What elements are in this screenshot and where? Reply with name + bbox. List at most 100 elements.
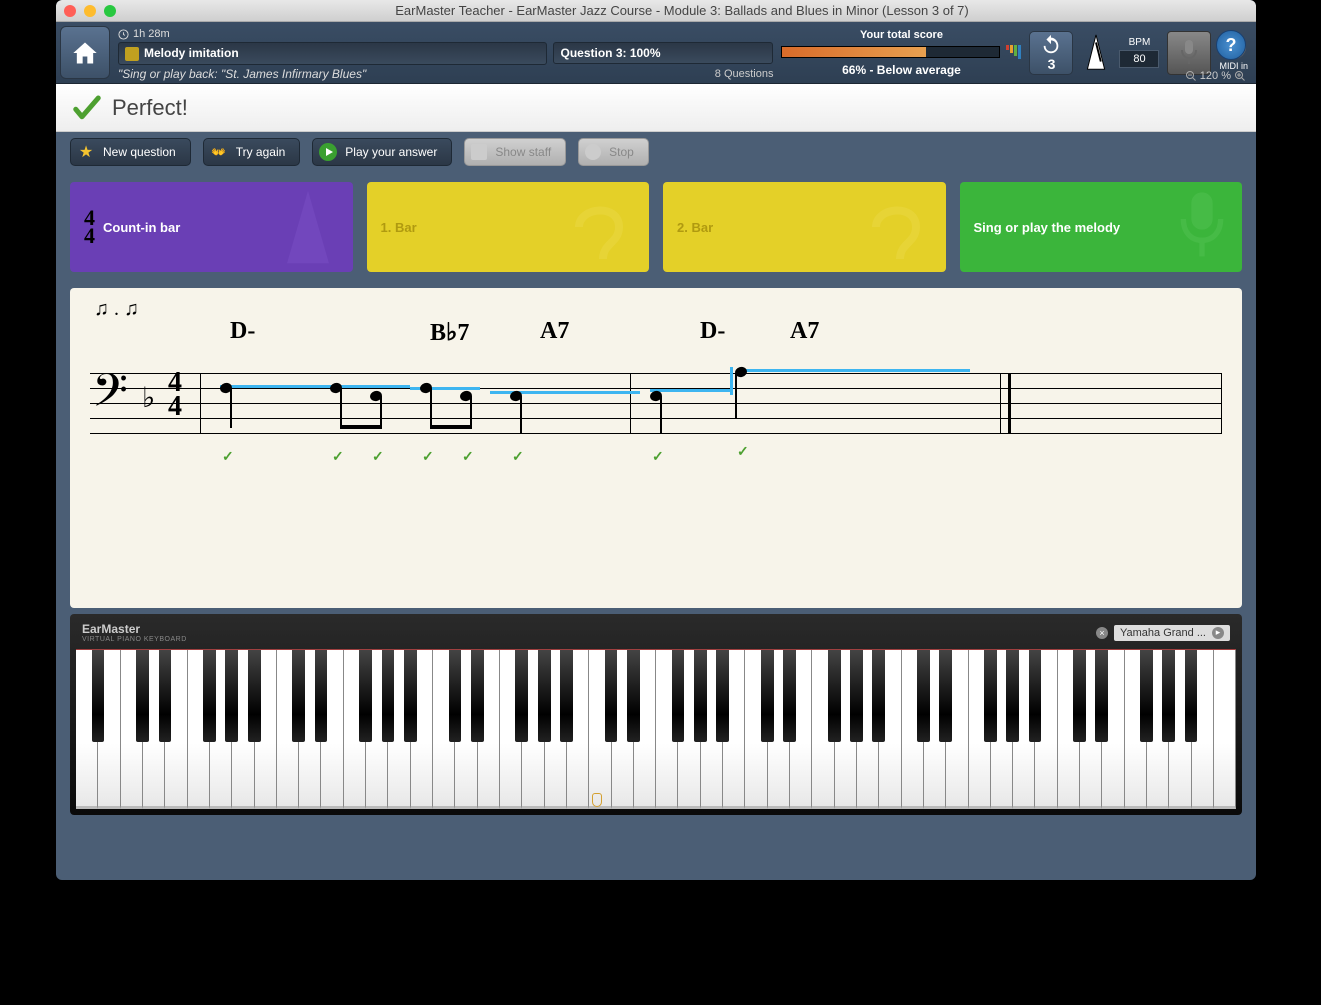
black-key[interactable] <box>1140 650 1153 742</box>
stop-button: Stop <box>578 138 649 166</box>
black-key[interactable] <box>761 650 774 742</box>
help-button[interactable]: ? <box>1216 30 1246 60</box>
black-key[interactable] <box>1029 650 1042 742</box>
piano-subtitle: VIRTUAL PIANO KEYBOARD <box>82 636 187 643</box>
step-bar2[interactable]: 2. Bar <box>663 182 946 272</box>
black-key[interactable] <box>538 650 551 742</box>
black-key[interactable] <box>605 650 618 742</box>
music-staff: 𝄢 ♭ 44 <box>90 373 1222 433</box>
black-key[interactable] <box>248 650 261 742</box>
black-key[interactable] <box>449 650 462 742</box>
metronome-bg-icon <box>273 187 343 267</box>
black-key[interactable] <box>1185 650 1198 742</box>
close-icon[interactable] <box>64 5 76 17</box>
black-key[interactable] <box>872 650 885 742</box>
black-key[interactable] <box>917 650 930 742</box>
black-key[interactable] <box>382 650 395 742</box>
mic-bg-icon <box>1172 187 1232 267</box>
black-key[interactable] <box>136 650 149 742</box>
black-key[interactable] <box>404 650 417 742</box>
piano-panel: EarMaster VIRTUAL PIANO KEYBOARD × Yamah… <box>70 614 1242 815</box>
black-key[interactable] <box>225 650 238 742</box>
play-answer-button[interactable]: Play your answer <box>312 138 452 166</box>
black-key[interactable] <box>315 650 328 742</box>
black-key[interactable] <box>1095 650 1108 742</box>
black-key[interactable] <box>783 650 796 742</box>
try-again-button[interactable]: 👐Try again <box>203 138 301 166</box>
home-icon <box>71 39 99 67</box>
close-instrument-icon[interactable]: × <box>1096 627 1108 639</box>
score-bar <box>781 46 1000 58</box>
zoom-out-icon[interactable] <box>1185 70 1197 82</box>
chord-symbol: A7 <box>790 318 819 345</box>
result-text: Perfect! <box>112 95 188 121</box>
instrument-selector[interactable]: Yamaha Grand ... ▸ <box>1114 625 1230 641</box>
zoom-controls: 120 % <box>1185 70 1246 82</box>
black-key[interactable] <box>828 650 841 742</box>
result-bar: Perfect! <box>56 84 1256 132</box>
white-key[interactable] <box>1214 650 1236 809</box>
black-key[interactable] <box>716 650 729 742</box>
bpm-input[interactable]: 80 <box>1119 50 1159 68</box>
step-countin[interactable]: 44 Count-in bar <box>70 182 353 272</box>
black-key[interactable] <box>939 650 952 742</box>
black-key[interactable] <box>627 650 640 742</box>
piano-header: EarMaster VIRTUAL PIANO KEYBOARD × Yamah… <box>76 620 1236 645</box>
black-key[interactable] <box>359 650 372 742</box>
action-bar: ★New question 👐Try again Play your answe… <box>56 132 1256 172</box>
hands-icon: 👐 <box>210 143 228 161</box>
instruction-text: "Sing or play back: "St. James Infirmary… <box>118 67 366 81</box>
retries-count: 3 <box>1048 56 1056 72</box>
black-key[interactable] <box>515 650 528 742</box>
score-block: Your total score 66% - Below average <box>781 26 1021 79</box>
app-window: EarMaster Teacher - EarMaster Jazz Cours… <box>56 0 1256 880</box>
metronome-icon[interactable] <box>1081 33 1111 73</box>
black-key[interactable] <box>694 650 707 742</box>
midi-label: MIDI in <box>1219 61 1248 71</box>
chord-symbol: D- <box>700 318 725 345</box>
clock-icon <box>118 29 129 40</box>
black-key[interactable] <box>1162 650 1175 742</box>
traffic-lights <box>64 5 116 17</box>
new-question-button[interactable]: ★New question <box>70 138 191 166</box>
score-histogram-icon[interactable] <box>1006 45 1021 59</box>
black-key[interactable] <box>984 650 997 742</box>
black-key[interactable] <box>850 650 863 742</box>
window-title: EarMaster Teacher - EarMaster Jazz Cours… <box>116 3 1248 18</box>
checkmark-icon <box>72 93 102 123</box>
black-key[interactable] <box>672 650 685 742</box>
bpm-label: BPM <box>1129 37 1151 48</box>
staff-area: ♫ . ♫ D- B♭7 A7 D- A7 𝄢 ♭ 44 <box>70 288 1242 608</box>
black-key[interactable] <box>1073 650 1086 742</box>
play-icon <box>319 143 337 161</box>
time-signature: 44 <box>168 371 182 419</box>
time-signature-icon: 44 <box>84 209 95 244</box>
zoom-icon[interactable] <box>104 5 116 17</box>
black-key[interactable] <box>159 650 172 742</box>
zoom-in-icon[interactable] <box>1234 70 1246 82</box>
question-status-field: Question 3: 100% <box>553 42 773 64</box>
black-key[interactable] <box>92 650 105 742</box>
step-bar1[interactable]: 1. Bar <box>367 182 650 272</box>
middle-c-marker <box>592 793 602 807</box>
lesson-type-field[interactable]: Melody imitation <box>118 42 547 65</box>
stop-icon <box>585 144 601 160</box>
black-key[interactable] <box>560 650 573 742</box>
info-block: 1h 28m Melody imitation Question 3: 100%… <box>114 26 777 79</box>
chord-symbol: B♭7 <box>430 318 469 347</box>
black-key[interactable] <box>203 650 216 742</box>
score-fill <box>782 47 925 57</box>
black-key[interactable] <box>471 650 484 742</box>
minimize-icon[interactable] <box>84 5 96 17</box>
microphone-icon <box>1178 38 1200 68</box>
piano-keyboard[interactable] <box>76 649 1236 809</box>
retry-button[interactable]: 3 <box>1029 31 1073 75</box>
black-key[interactable] <box>1006 650 1019 742</box>
score-text: 66% - Below average <box>842 63 961 77</box>
show-staff-button: Show staff <box>464 138 566 166</box>
black-key[interactable] <box>292 650 305 742</box>
home-button[interactable] <box>60 26 110 79</box>
questions-count: 8 Questions <box>715 68 774 80</box>
step-sing[interactable]: Sing or play the melody <box>960 182 1243 272</box>
mic-button[interactable] <box>1167 31 1211 75</box>
